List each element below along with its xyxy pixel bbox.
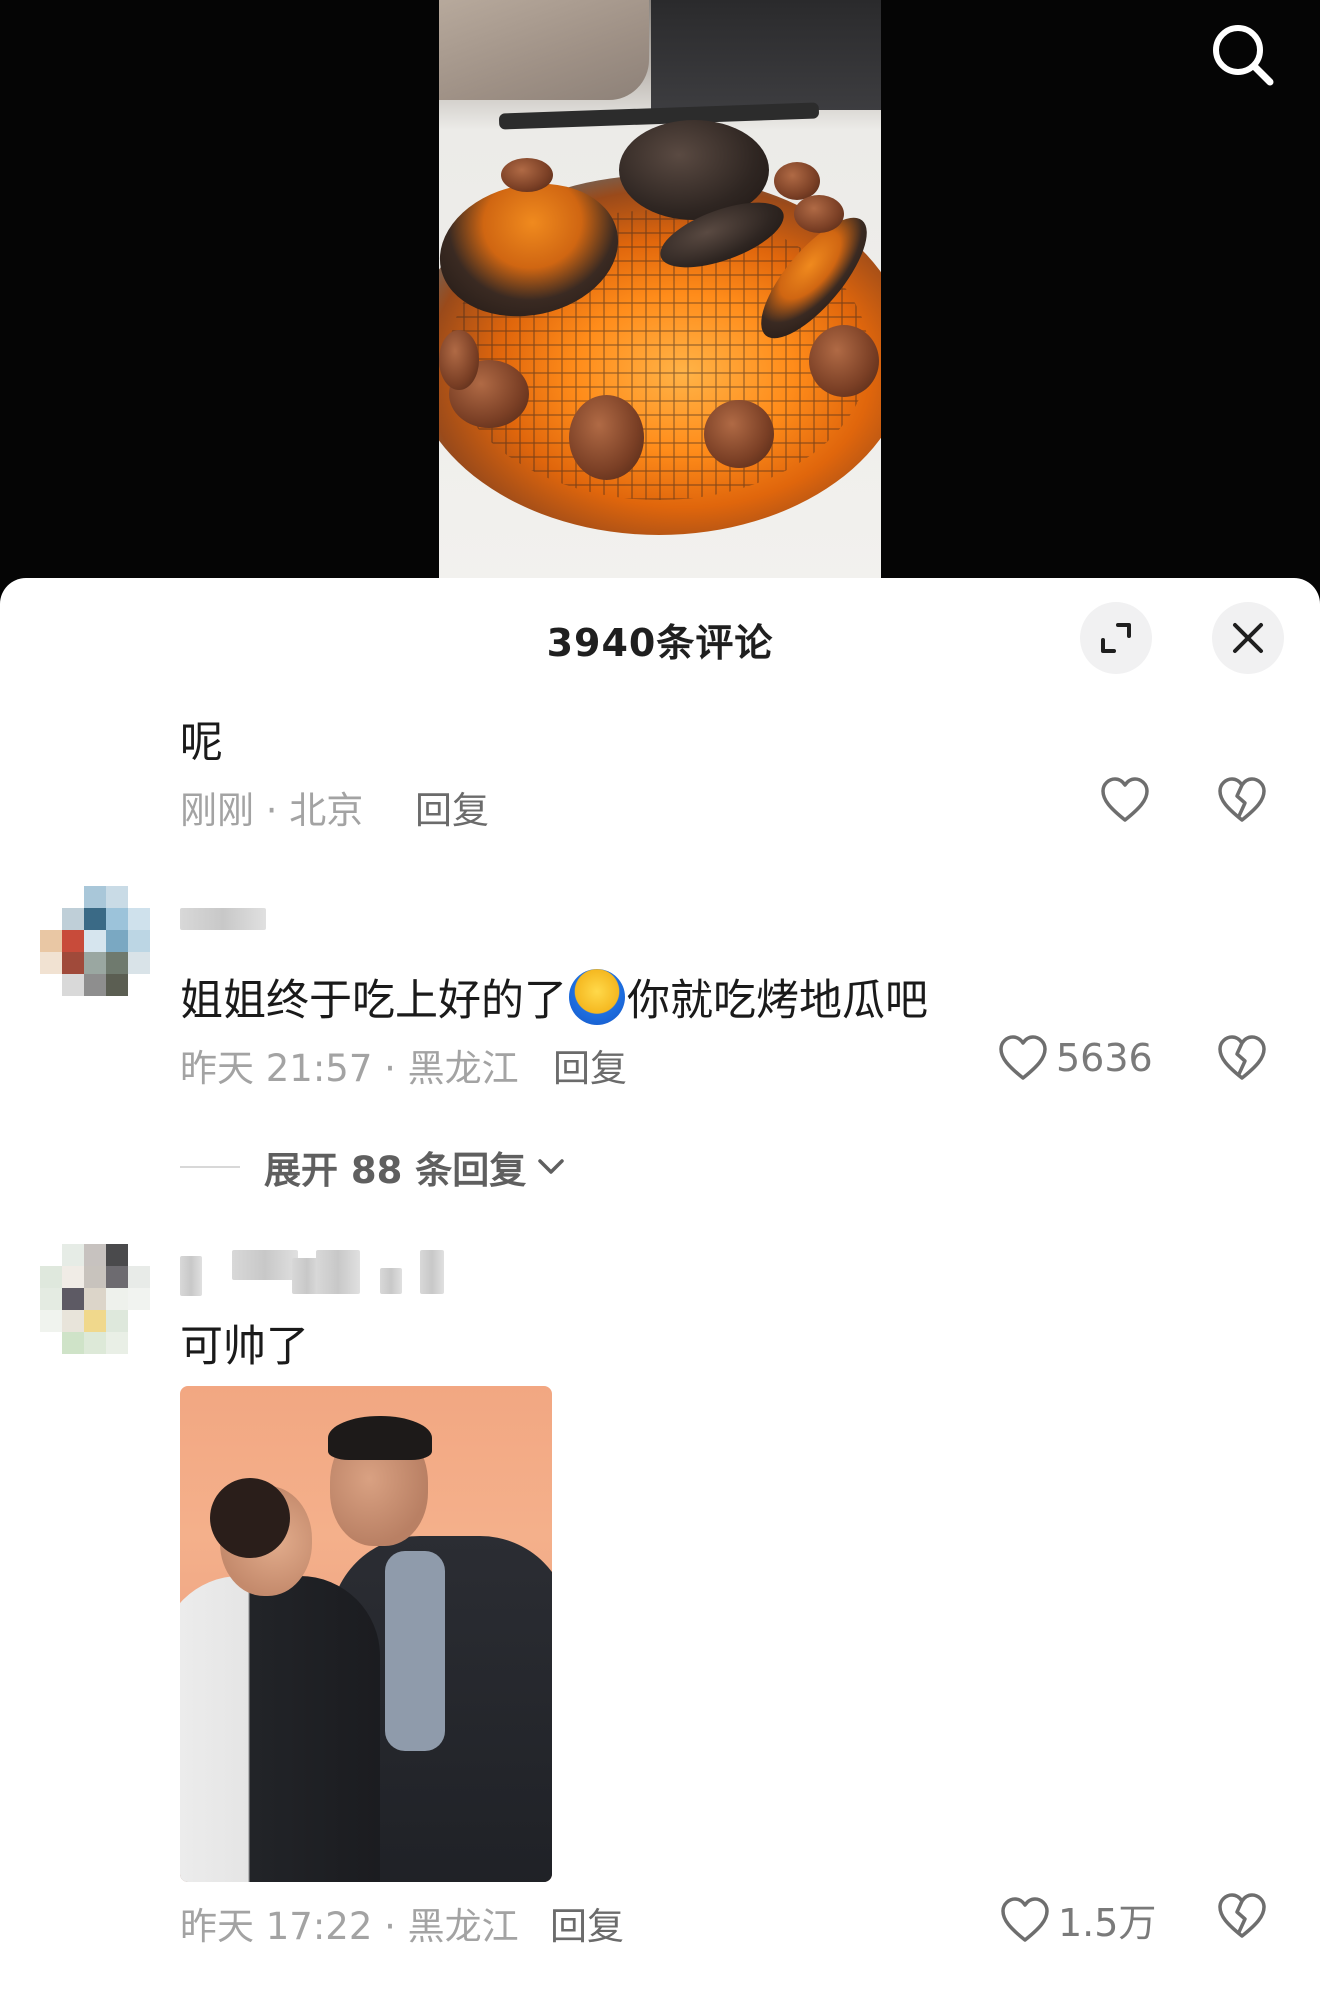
close-button[interactable]: [1212, 602, 1284, 674]
comment-sheet: 3940条评论 呢 刚刚 · 北京 回复 姐姐终于吃上好的了 你就吃烤地瓜吧 昨…: [0, 578, 1320, 2016]
video-background-object: [651, 0, 881, 110]
broken-heart-icon: [1218, 1035, 1266, 1080]
broken-heart-icon: [1218, 777, 1266, 822]
video-chestnut: [704, 400, 774, 468]
username-redacted: [380, 1268, 402, 1294]
heart-icon: [1101, 777, 1149, 822]
emoji-icon: [569, 969, 625, 1025]
video-chestnut: [794, 195, 844, 233]
like-button[interactable]: [1100, 776, 1150, 824]
comment-meta: 昨天 21:57 · 黑龙江: [180, 1047, 519, 1090]
username-redacted: [316, 1250, 360, 1294]
video-chestnut: [774, 162, 820, 200]
avatar[interactable]: [40, 1244, 150, 1354]
video-chestnut: [569, 395, 644, 480]
search-button[interactable]: [1208, 20, 1278, 90]
video-person: [439, 0, 649, 100]
like-button[interactable]: 1.5万: [1000, 1892, 1156, 1947]
dislike-button[interactable]: [1217, 1034, 1267, 1086]
username-redacted: [420, 1250, 444, 1294]
reply-button[interactable]: 回复: [553, 1038, 627, 1092]
username-redacted: [180, 1256, 202, 1296]
chevron-down-icon: [538, 1159, 565, 1174]
video-chestnut: [809, 325, 879, 397]
dislike-button[interactable]: [1217, 776, 1267, 828]
divider: [180, 1166, 240, 1168]
photo-figure: [210, 1478, 290, 1558]
photo-figure: [180, 1576, 380, 1882]
comment-text: 呢: [180, 718, 223, 768]
video-chestnut: [501, 158, 553, 192]
dislike-button[interactable]: [1217, 1892, 1267, 1944]
expand-replies-button[interactable]: 展开 88 条回复: [180, 1140, 568, 1194]
avatar[interactable]: [40, 886, 150, 996]
photo-figure: [328, 1416, 432, 1460]
comment-image[interactable]: [180, 1386, 552, 1882]
reply-button[interactable]: 回复: [415, 780, 489, 834]
like-count: 1.5万: [1058, 1901, 1157, 1945]
video-frame: [439, 0, 881, 590]
close-icon: [1233, 623, 1263, 653]
broken-heart-icon: [1218, 1893, 1266, 1938]
username-redacted: [232, 1250, 298, 1280]
search-icon: [1213, 25, 1274, 86]
comment-meta: 昨天 17:22 · 黑龙江: [180, 1905, 519, 1948]
like-count: 5636: [1056, 1036, 1153, 1080]
expand-icon: [1101, 623, 1131, 653]
video-chestnut: [439, 330, 479, 390]
comment-text: 可帅了: [180, 1322, 309, 1372]
username-redacted: [180, 908, 266, 930]
comment-text-part: 姐姐终于吃上好的了: [180, 976, 567, 1026]
comment-text: 姐姐终于吃上好的了 你就吃烤地瓜吧: [180, 966, 928, 1028]
expand-button[interactable]: [1080, 602, 1152, 674]
photo-figure: [385, 1551, 445, 1751]
video-player[interactable]: [0, 0, 1320, 590]
comment-text-part: 你就吃烤地瓜吧: [627, 976, 928, 1026]
comment-meta: 刚刚 · 北京: [180, 789, 364, 832]
heart-icon: [1001, 1896, 1049, 1942]
expand-replies-label: 展开 88 条回复: [264, 1149, 527, 1192]
heart-icon: [999, 1035, 1047, 1080]
reply-button[interactable]: 回复: [550, 1896, 624, 1950]
like-button[interactable]: 5636: [998, 1034, 1153, 1082]
